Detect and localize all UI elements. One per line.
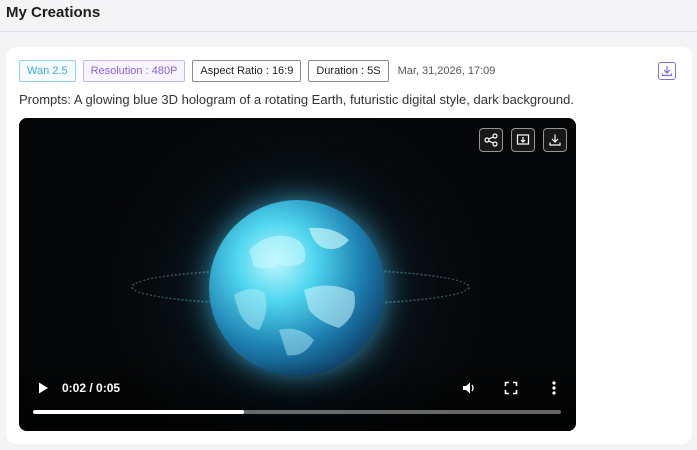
more-options-button[interactable] xyxy=(545,379,563,397)
duration-tag: Duration : 5S xyxy=(308,60,389,82)
video-player[interactable]: 0:02 / 0:05 xyxy=(19,118,576,431)
fullscreen-button[interactable] xyxy=(502,379,520,397)
creation-card: Wan 2.5 Resolution : 480P Aspect Ratio :… xyxy=(6,47,692,444)
volume-button[interactable] xyxy=(460,379,478,397)
play-icon xyxy=(39,382,48,394)
page-header: My Creations xyxy=(0,0,697,32)
creation-timestamp: Mar, 31,2026, 17:09 xyxy=(397,65,496,77)
download-icon xyxy=(661,66,673,77)
earth-continents xyxy=(234,227,355,356)
tag-row: Wan 2.5 Resolution : 480P Aspect Ratio :… xyxy=(19,60,495,82)
video-download-button[interactable] xyxy=(543,128,567,152)
prompt-text: Prompts: A glowing blue 3D hologram of a… xyxy=(19,92,574,107)
hologram-earth-image xyxy=(209,200,385,376)
volume-icon xyxy=(463,382,474,394)
more-options-icon xyxy=(552,381,556,395)
play-button[interactable] xyxy=(35,380,51,396)
resolution-tag: Resolution : 480P xyxy=(82,60,186,82)
picture-in-picture-button[interactable] xyxy=(511,128,535,152)
progress-fill xyxy=(33,410,245,414)
time-display: 0:02 / 0:05 xyxy=(62,381,121,395)
picture-in-picture-icon xyxy=(516,134,530,145)
share-icon xyxy=(484,133,498,147)
card-download-button[interactable] xyxy=(658,62,676,80)
share-button[interactable] xyxy=(479,128,503,152)
controls-bar xyxy=(19,361,576,431)
fullscreen-icon xyxy=(504,381,518,395)
progress-bar[interactable] xyxy=(33,410,561,414)
aspect-ratio-tag: Aspect Ratio : 16:9 xyxy=(192,60,302,82)
model-tag: Wan 2.5 xyxy=(19,60,76,82)
download-icon xyxy=(549,134,561,146)
page-title: My Creations xyxy=(6,4,101,21)
